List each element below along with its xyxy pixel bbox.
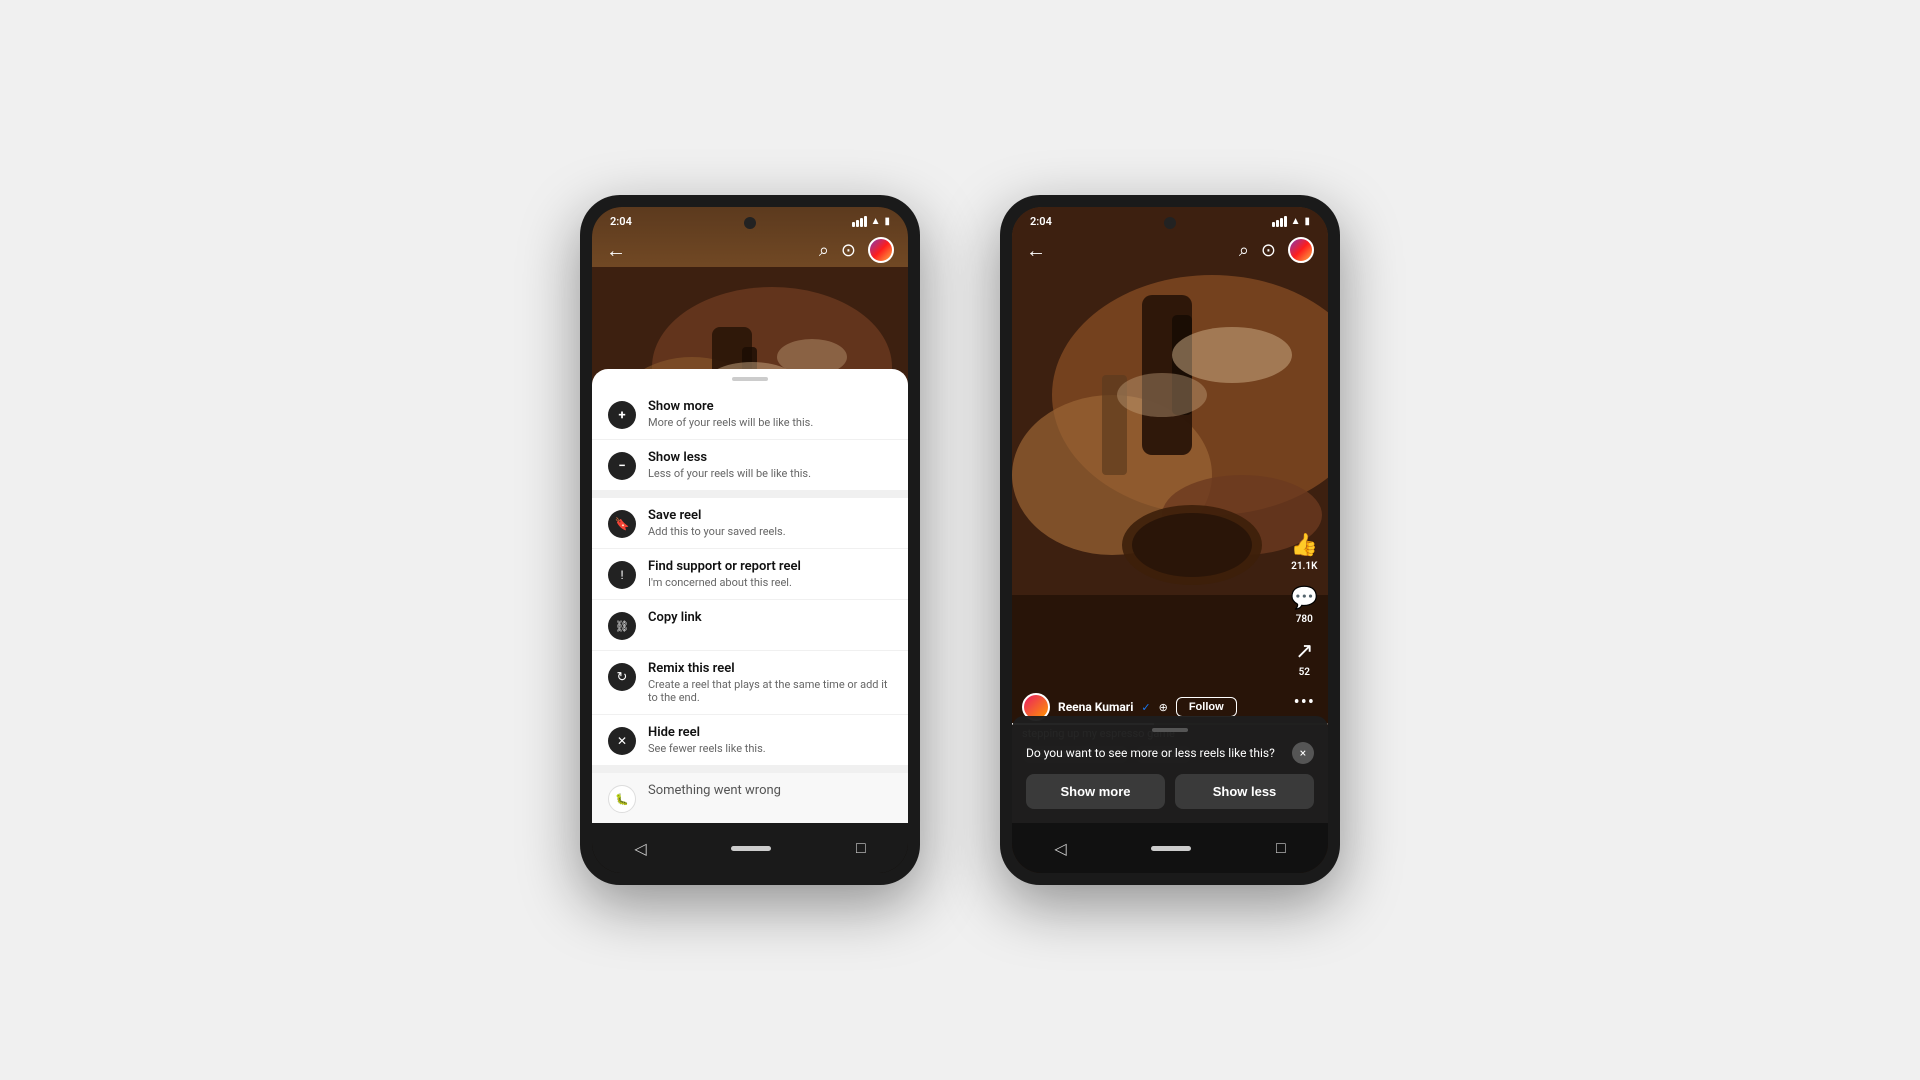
modal-title: Do you want to see more or less reels li… [1026,746,1275,760]
nav-home-btn-2[interactable] [1151,846,1191,851]
avatar-icon-2[interactable] [1288,237,1314,263]
camera-icon-1[interactable]: ⊙ [841,240,856,261]
search-icon-2[interactable]: ⌕ [1239,240,1249,261]
sheet-item-show-more[interactable]: Show more More of your reels will be lik… [592,389,908,440]
search-icon-1[interactable]: ⌕ [819,240,829,261]
back-button-2[interactable]: ← [1026,238,1046,263]
modal-show-more-button[interactable]: Show more [1026,774,1165,809]
nav-icons-right-2: ⌕ ⊙ [1239,237,1314,263]
modal-header: Do you want to see more or less reels li… [1026,742,1314,764]
avatar-icon-1[interactable] [868,237,894,263]
modal-show-less-button[interactable]: Show less [1175,774,1314,809]
copy-link-text: Copy link [648,610,892,627]
show-more-text: Show more More of your reels will be lik… [648,399,892,429]
comment-count: 780 [1296,614,1313,625]
camera-icon-2[interactable]: ⊙ [1261,240,1276,261]
plus-circle-icon [608,401,636,429]
back-button-1[interactable]: ← [606,238,626,263]
modal-handle [1152,728,1188,732]
phone-nav-bar-2: ◁ □ [1012,823,1328,873]
sheet-item-remix[interactable]: ↻ Remix this reel Create a reel that pla… [592,651,908,715]
modal-close-button[interactable]: × [1292,742,1314,764]
phone-nav-bar-1: ◁ □ [592,823,908,873]
remix-text: Remix this reel Create a reel that plays… [648,661,892,704]
nav-back-btn-2[interactable]: ◁ [1054,839,1066,858]
show-less-title: Show less [648,450,892,465]
share-count: 52 [1299,667,1310,678]
copy-link-title: Copy link [648,610,892,625]
sheet-item-show-less[interactable]: Show less Less of your reels will be lik… [592,440,908,498]
hide-reel-subtitle: See fewer reels like this. [648,742,892,755]
sheet-item-report[interactable]: ! Find support or report reel I'm concer… [592,549,908,600]
report-title: Find support or report reel [648,559,892,574]
camera-notch-2 [1164,217,1176,229]
sheet-item-save-reel[interactable]: 🔖 Save reel Add this to your saved reels… [592,498,908,549]
hide-reel-text: Hide reel See fewer reels like this. [648,725,892,755]
nav-back-btn-1[interactable]: ◁ [634,839,646,858]
nav-home-btn-1[interactable] [731,846,771,851]
comment-button-group[interactable]: 💬 780 [1291,586,1318,625]
nav-square-btn-1[interactable]: □ [856,838,866,858]
nav-square-btn-2[interactable]: □ [1276,838,1286,858]
bug-icon: 🐛 [608,785,636,813]
save-reel-subtitle: Add this to your saved reels. [648,525,892,538]
verified-badge-icon: ✓ [1141,701,1150,714]
remix-subtitle: Create a reel that plays at the same tim… [648,678,892,704]
show-less-subtitle: Less of your reels will be like this. [648,467,892,480]
username: Reena Kumari [1058,700,1133,714]
save-reel-title: Save reel [648,508,892,523]
error-text: Something went wrong [648,783,892,800]
sheet-item-error: 🐛 Something went wrong [592,773,908,823]
bookmark-icon: 🔖 [608,510,636,538]
save-reel-text: Save reel Add this to your saved reels. [648,508,892,538]
remix-title: Remix this reel [648,661,892,676]
more-button-group[interactable]: ••• [1294,692,1315,713]
collab-icon: ⊕ [1159,701,1168,714]
camera-notch-1 [744,217,756,229]
phone-2: 2:04 ▲ ▮ ← ⌕ ⊙ � [1000,195,1340,885]
report-text: Find support or report reel I'm concerne… [648,559,892,589]
alert-icon: ! [608,561,636,589]
report-subtitle: I'm concerned about this reel. [648,576,892,589]
bottom-sheet: Show more More of your reels will be lik… [592,369,908,823]
phone-1: 2:04 ▲ ▮ ← ⌕ ⊙ [580,195,920,885]
like-count: 21.1K [1291,561,1317,572]
show-less-text: Show less Less of your reels will be lik… [648,450,892,480]
action-buttons: 👍 21.1K 💬 780 ↗ 52 ••• [1291,533,1318,713]
minus-circle-icon [608,452,636,480]
sheet-item-hide-reel[interactable]: ✕ Hide reel See fewer reels like this. [592,715,908,773]
remix-icon: ↻ [608,663,636,691]
sheet-item-copy-link[interactable]: ⛓ Copy link [592,600,908,651]
like-icon: 👍 [1291,533,1318,558]
share-icon: ↗ [1295,639,1313,664]
modal-buttons: Show more Show less [1026,774,1314,809]
share-button-group[interactable]: ↗ 52 [1295,639,1313,678]
follow-button[interactable]: Follow [1176,697,1237,717]
link-icon: ⛓ [608,612,636,640]
x-circle-icon: ✕ [608,727,636,755]
show-more-subtitle: More of your reels will be like this. [648,416,892,429]
like-button-group[interactable]: 👍 21.1K [1291,533,1318,572]
bottom-modal: Do you want to see more or less reels li… [1012,716,1328,823]
error-title: Something went wrong [648,783,892,798]
show-more-title: Show more [648,399,892,414]
hide-reel-title: Hide reel [648,725,892,740]
nav-icons-right-1: ⌕ ⊙ [819,237,894,263]
comment-icon: 💬 [1291,586,1318,611]
more-dots-icon: ••• [1294,692,1315,713]
sheet-handle [732,377,768,381]
